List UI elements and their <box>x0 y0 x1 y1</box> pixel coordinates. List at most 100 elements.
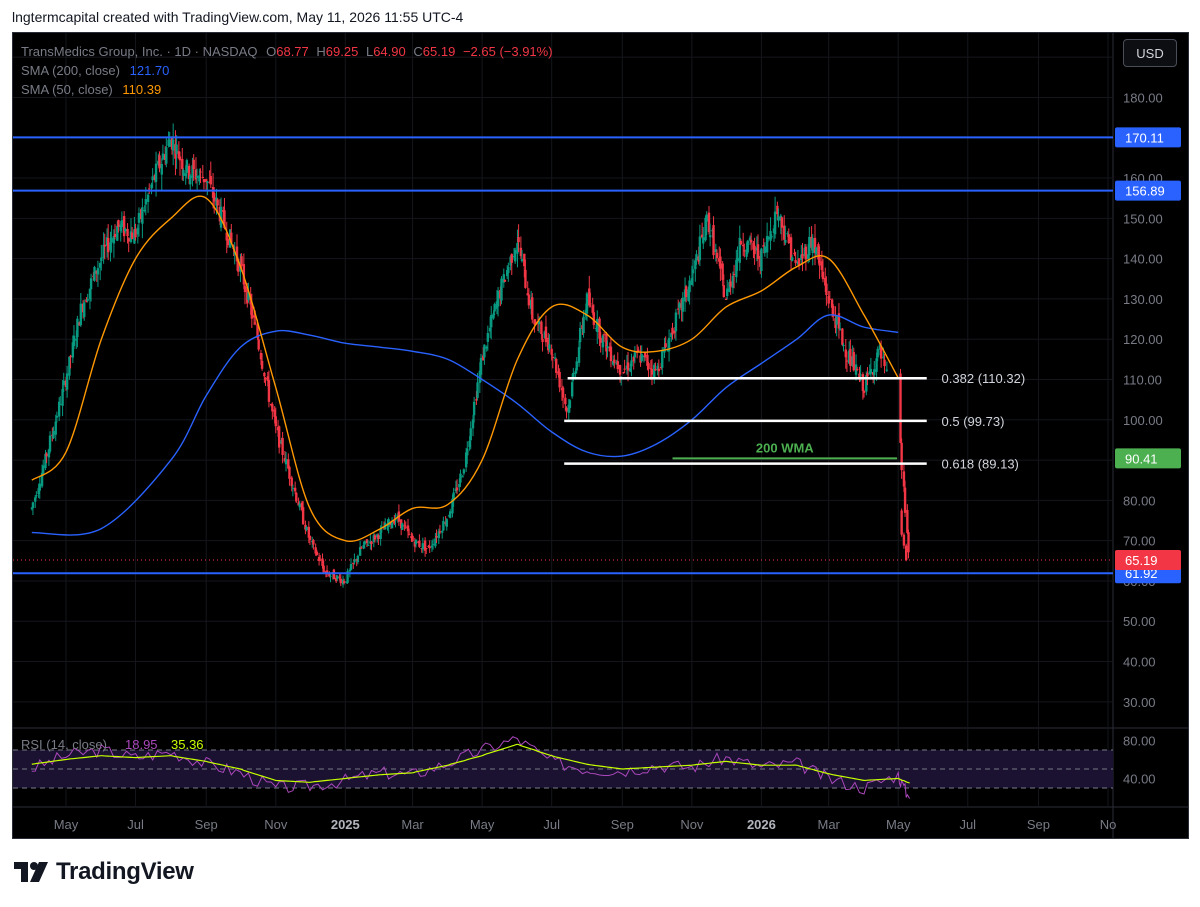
candle-body <box>513 249 517 262</box>
price-tick-label: 70.00 <box>1123 534 1156 549</box>
candle-body <box>746 240 749 253</box>
brand-wordmark: TradingView <box>56 858 194 885</box>
wma-label: 200 WMA <box>756 440 814 455</box>
candle-body <box>490 315 493 328</box>
candle-body <box>213 193 216 202</box>
chart-attribution: lngtermcapital created with TradingView.… <box>12 9 464 25</box>
candle-body <box>445 519 448 527</box>
symbol-name[interactable]: TransMedics Group, Inc. · 1D · NASDAQ <box>21 44 257 59</box>
candle-body <box>592 312 596 325</box>
candle-body <box>568 400 572 409</box>
candle-body <box>110 237 113 243</box>
wma-price-label: 90.41 <box>1125 451 1158 466</box>
candle-body <box>293 487 297 492</box>
rsi-tick-label: 80.00 <box>1123 734 1156 749</box>
ohlc-row[interactable]: TransMedics Group, Inc. · 1D · NASDAQ O6… <box>21 42 553 61</box>
candle-body <box>199 171 202 173</box>
candle-body <box>674 312 678 332</box>
candle-body <box>729 281 732 287</box>
candle-body <box>288 466 291 479</box>
candle-body <box>165 147 168 164</box>
candle-body <box>483 344 486 358</box>
candle-body <box>93 266 96 281</box>
candle-body <box>577 347 581 363</box>
candle-body <box>496 291 500 307</box>
candle-body <box>315 551 319 555</box>
candle-body <box>907 532 910 553</box>
candle-body <box>671 327 674 335</box>
candle-body <box>691 269 695 274</box>
candle-body <box>209 176 212 185</box>
candle-body <box>161 153 165 160</box>
candle-body <box>702 237 705 244</box>
tradingview-logo-icon <box>14 862 48 882</box>
rsi-legend-value: 18.95 <box>125 737 158 752</box>
candle-body <box>572 372 575 378</box>
candle-body <box>726 288 729 297</box>
candle-body <box>271 404 274 412</box>
candle-body <box>902 534 906 546</box>
candle-body <box>862 391 866 393</box>
candle-body <box>517 237 520 243</box>
time-tick-label: 2026 <box>747 817 776 832</box>
candle-body <box>189 175 192 185</box>
tradingview-logo[interactable]: TradingView <box>12 858 194 886</box>
candle-body <box>103 244 106 247</box>
candle-body <box>842 344 845 346</box>
candle-body <box>623 368 626 370</box>
candle-body <box>476 382 479 398</box>
candle-body <box>154 163 158 182</box>
candle-body <box>550 348 553 355</box>
candle-body <box>903 487 907 513</box>
candle-body <box>243 285 247 293</box>
candle-body <box>657 368 661 372</box>
candle-body <box>486 333 490 342</box>
candle-body <box>160 163 163 175</box>
candle-body <box>106 237 110 253</box>
time-tick-label: Mar <box>401 817 424 832</box>
chart-panel[interactable]: 190.00180.00170.00160.00150.00140.00130.… <box>12 32 1189 839</box>
candle-body <box>76 318 79 338</box>
candle-body <box>643 352 647 358</box>
currency-button[interactable]: USD <box>1123 39 1177 67</box>
level-price-label: 170.11 <box>1125 130 1164 145</box>
sma50-legend-row[interactable]: SMA (50, close) 110.39 <box>21 80 553 99</box>
candle-body <box>551 356 554 358</box>
candle-body <box>260 360 264 369</box>
candle-body <box>339 578 342 584</box>
candle-body <box>708 235 712 238</box>
sma200-legend-row[interactable]: SMA (200, close) 121.70 <box>21 61 553 80</box>
candle-body <box>100 257 103 262</box>
candle-body <box>175 144 178 154</box>
time-tick-label: Jul <box>959 817 976 832</box>
candle-body <box>705 214 708 222</box>
candle-body <box>86 299 89 301</box>
candle-body <box>390 522 394 529</box>
change-value: −2.65 (−3.91%) <box>462 44 553 59</box>
price-chart-svg[interactable]: 190.00180.00170.00160.00150.00140.00130.… <box>13 33 1188 838</box>
price-tick-label: 130.00 <box>1123 292 1163 307</box>
candle-body <box>120 220 124 228</box>
candle-body <box>900 442 903 471</box>
high-value: 69.25 <box>325 44 359 59</box>
candle-body <box>69 355 72 358</box>
candle-body <box>849 348 852 366</box>
candle-body <box>602 334 606 336</box>
candle-body <box>861 374 865 392</box>
candle-body <box>158 155 161 169</box>
candle-body <box>55 416 59 418</box>
candle-body <box>342 580 346 583</box>
candle-body <box>349 564 353 570</box>
candle-body <box>503 279 507 282</box>
candle-body <box>688 280 691 293</box>
candle-body <box>192 159 195 170</box>
candle-body <box>841 328 844 345</box>
candle-body <box>124 228 127 232</box>
candle-body <box>182 170 185 176</box>
candle-body <box>606 346 609 349</box>
candle-body <box>531 297 534 320</box>
candle-body <box>664 343 667 348</box>
candle-body <box>828 298 832 300</box>
time-tick-label: May <box>886 817 911 832</box>
candle-body <box>52 430 55 439</box>
